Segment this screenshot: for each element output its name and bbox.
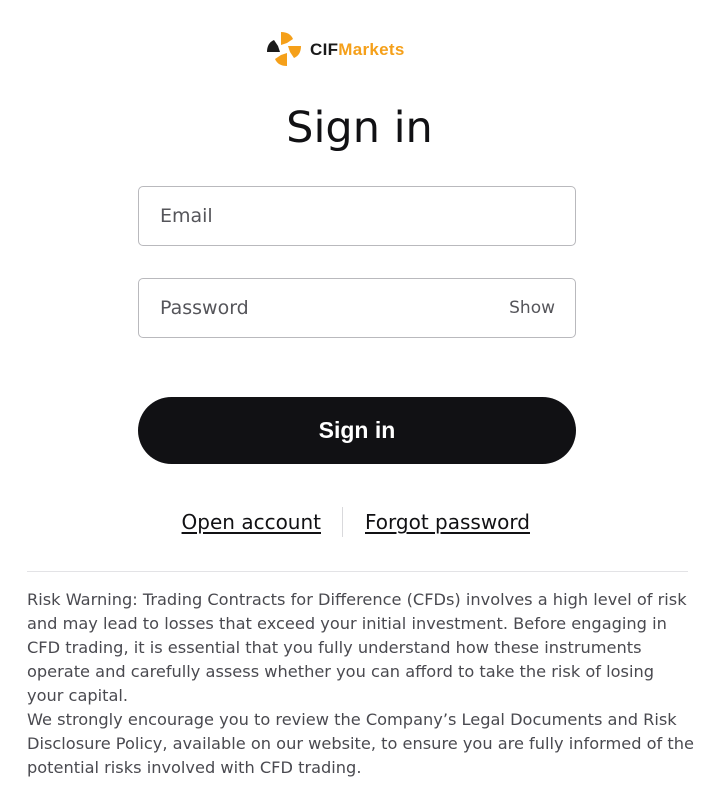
section-divider xyxy=(27,571,688,572)
brand-logo[interactable]: CIFMarkets xyxy=(264,29,405,69)
pinwheel-logo-icon xyxy=(264,29,304,69)
email-field-container xyxy=(138,186,576,246)
links-divider xyxy=(342,507,343,537)
brand-wordmark: CIFMarkets xyxy=(310,41,405,58)
show-password-toggle[interactable]: Show xyxy=(509,298,555,318)
open-account-link[interactable]: Open account xyxy=(182,510,321,534)
password-field-container: Show xyxy=(138,278,576,338)
page-title: Sign in xyxy=(286,103,433,153)
auth-links: Open account Forgot password xyxy=(0,506,719,540)
risk-warning: Risk Warning: Trading Contracts for Diff… xyxy=(27,588,695,780)
email-field[interactable] xyxy=(139,187,575,245)
brand-name-part2: Markets xyxy=(338,39,405,59)
risk-warning-paragraph-2: We strongly encourage you to review the … xyxy=(27,710,694,777)
forgot-password-link[interactable]: Forgot password xyxy=(365,510,530,534)
brand-name-part1: CIF xyxy=(310,39,339,59)
risk-warning-paragraph-1: Risk Warning: Trading Contracts for Diff… xyxy=(27,590,687,705)
sign-in-button[interactable]: Sign in xyxy=(138,397,576,464)
